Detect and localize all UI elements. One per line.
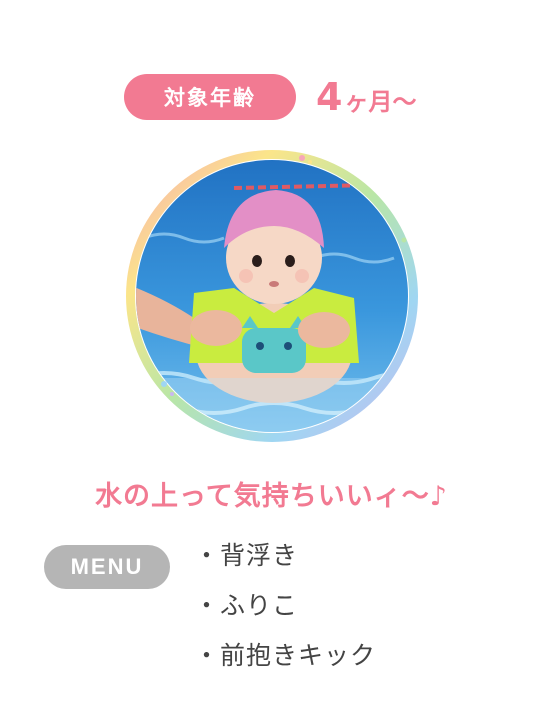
age-label-badge: 対象年齢 (124, 74, 296, 120)
menu-item: ふりこ (194, 587, 376, 637)
baby-photo (124, 148, 420, 444)
age-value-number: 4 (316, 75, 343, 119)
menu-item: 前抱きキック (194, 637, 376, 687)
menu-label-badge: MENU (44, 545, 170, 589)
baby-photo-illustration (126, 150, 418, 442)
age-label-text: 対象年齢 (164, 86, 256, 110)
menu-label-text: MENU (70, 554, 144, 579)
menu-list: 背浮き ふりこ 前抱きキック (194, 537, 376, 687)
catchphrase: 水の上って気持ちいいィ〜♪ (95, 481, 448, 512)
age-value-unit: ヶ月〜 (344, 88, 417, 116)
age-value: 4 ヶ月〜 (316, 72, 416, 122)
menu-item: 背浮き (194, 537, 376, 587)
